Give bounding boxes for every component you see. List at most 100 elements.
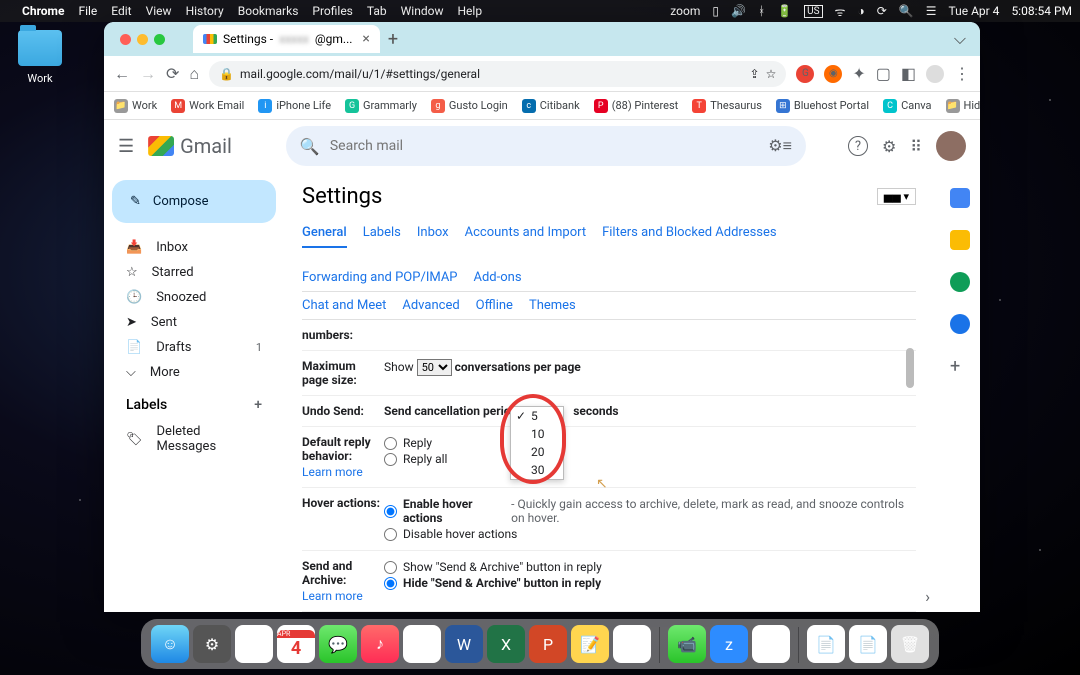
keep-icon[interactable]	[950, 230, 970, 250]
contacts-icon[interactable]	[950, 314, 970, 334]
user-icon[interactable]: ◑	[857, 4, 864, 18]
trash-icon[interactable]: 🗑	[891, 625, 929, 663]
search-options-icon[interactable]: ⚙≡	[768, 136, 792, 156]
archive-show-radio[interactable]	[384, 561, 397, 574]
menu-bookmarks[interactable]: Bookmarks	[238, 4, 299, 18]
apps-grid-icon[interactable]: ⠿	[910, 137, 922, 156]
tab-dropdown-icon[interactable]: ⌵	[954, 29, 966, 49]
excel-icon[interactable]: X	[487, 625, 525, 663]
system-settings-icon[interactable]: ⚙	[193, 625, 231, 663]
hover-disable-radio[interactable]	[384, 528, 397, 541]
powerpoint-icon[interactable]: P	[529, 625, 567, 663]
desktop-folder-work[interactable]: Work	[18, 30, 62, 85]
doc1-icon[interactable]: 📄	[807, 625, 845, 663]
scrollbar-thumb[interactable]	[906, 348, 914, 388]
calendar-app-icon[interactable]: APR4	[277, 625, 315, 663]
tab-offline[interactable]: Offline	[476, 292, 513, 319]
bookmark-thesaurus[interactable]: TThesaurus	[692, 99, 762, 113]
wifi-icon[interactable]: ᯤ	[835, 3, 846, 20]
bookmark-grammarly[interactable]: GGrammarly	[345, 99, 417, 113]
menubar-app[interactable]: Chrome	[22, 4, 64, 18]
menu-window[interactable]: Window	[401, 4, 444, 18]
forward-button[interactable]: →	[140, 64, 156, 84]
menu-edit[interactable]: Edit	[111, 4, 131, 18]
bookmark-iphone-life[interactable]: iiPhone Life	[258, 99, 331, 113]
sidebar-inbox[interactable]: 📥Inbox	[112, 235, 276, 260]
tab-chat[interactable]: Chat and Meet	[302, 292, 386, 319]
sidebar-starred[interactable]: ☆Starred	[112, 260, 276, 285]
bookmark-citibank[interactable]: cCitibank	[522, 99, 580, 113]
maximize-window-button[interactable]	[154, 34, 165, 45]
help-icon[interactable]: ?	[848, 136, 868, 156]
add-label-icon[interactable]: +	[254, 397, 262, 413]
account-avatar[interactable]	[936, 131, 966, 161]
zoom-icon[interactable]: z	[710, 625, 748, 663]
bookmark-canva[interactable]: CCanva	[883, 99, 931, 113]
browser-tab[interactable]: Settings - xxxxx @gm... ×	[193, 25, 380, 53]
notes-icon[interactable]: 📝	[571, 625, 609, 663]
sidebar-sent[interactable]: ➤Sent	[112, 310, 276, 335]
home-button[interactable]: ⌂	[189, 64, 199, 84]
new-tab-button[interactable]: +	[388, 29, 398, 50]
archive-learn-more[interactable]: Learn more	[302, 589, 384, 603]
archive-hide-radio[interactable]	[384, 577, 397, 590]
bookmark-pinterest[interactable]: P(88) Pinterest	[594, 99, 679, 113]
sidebar-snoozed[interactable]: 🕒Snoozed	[112, 285, 276, 310]
menu-tab[interactable]: Tab	[367, 4, 387, 18]
menu-profiles[interactable]: Profiles	[312, 4, 353, 18]
undo-option-30[interactable]: 30	[511, 461, 563, 479]
finder-icon[interactable]: ☺	[151, 625, 189, 663]
input-lang[interactable]: US	[804, 5, 822, 18]
menubar-time[interactable]: 5:08:54 PM	[1011, 4, 1072, 18]
extension-2-icon[interactable]: ◉	[824, 65, 842, 83]
spotlight-icon[interactable]: 🔍	[899, 4, 914, 18]
close-window-button[interactable]	[120, 34, 131, 45]
bluetooth-icon[interactable]: ᚼ	[758, 4, 765, 18]
reply-learn-more[interactable]: Learn more	[302, 465, 384, 479]
sidebar-more[interactable]: ⌵More	[112, 360, 276, 385]
extensions-icon[interactable]: ✦	[852, 64, 865, 83]
search-box[interactable]: 🔍 ⚙≡	[286, 126, 806, 166]
sidebar-drafts[interactable]: 📄Drafts1	[112, 335, 276, 360]
close-tab-icon[interactable]: ×	[362, 31, 369, 47]
cast-icon[interactable]: ▢	[876, 64, 891, 83]
tab-filters[interactable]: Filters and Blocked Addresses	[602, 219, 777, 248]
chrome-menu-icon[interactable]: ⋮	[954, 64, 970, 83]
undo-option-5[interactable]: 5	[511, 407, 563, 425]
battery-icon[interactable]: 🔋	[777, 4, 792, 18]
tab-addons[interactable]: Add-ons	[474, 264, 522, 291]
launchpad-icon[interactable]: ⊞	[235, 625, 273, 663]
menu-view[interactable]: View	[146, 4, 172, 18]
preview-icon[interactable]: 🖼	[752, 625, 790, 663]
tab-accounts[interactable]: Accounts and Import	[465, 219, 586, 248]
menu-history[interactable]: History	[186, 4, 224, 18]
facetime-icon[interactable]: 📹	[668, 625, 706, 663]
menu-help[interactable]: Help	[457, 4, 482, 18]
side-panel-icon[interactable]: ◧	[901, 64, 916, 83]
tab-labels[interactable]: Labels	[363, 219, 401, 248]
reply-radio[interactable]	[384, 437, 397, 450]
language-select[interactable]: ▅▅ ▾	[877, 188, 916, 205]
profile-avatar-icon[interactable]	[926, 65, 944, 83]
word-icon[interactable]: W	[445, 625, 483, 663]
label-deleted-messages[interactable]: 🏷Deleted Messages	[112, 419, 276, 459]
bookmark-star-icon[interactable]: ☆	[766, 67, 777, 81]
chrome-icon[interactable]: ◉	[403, 625, 441, 663]
tab-forwarding[interactable]: Forwarding and POP/IMAP	[302, 264, 458, 291]
messages-icon[interactable]: 💬	[319, 625, 357, 663]
bookmark-work[interactable]: 📁Work	[114, 99, 157, 113]
gmail-logo[interactable]: Gmail	[148, 134, 232, 158]
bookmark-work-email[interactable]: MWork Email	[171, 99, 244, 113]
tab-inbox[interactable]: Inbox	[417, 219, 449, 248]
extension-1-icon[interactable]: G	[796, 65, 814, 83]
main-menu-icon[interactable]: ☰	[118, 136, 134, 157]
settings-gear-icon[interactable]: ⚙	[882, 137, 896, 156]
screen-icon[interactable]: ▯	[712, 4, 719, 18]
calendar-icon[interactable]	[950, 188, 970, 208]
side-panel-toggle-icon[interactable]: ›	[925, 587, 930, 606]
minimize-window-button[interactable]	[137, 34, 148, 45]
tab-themes[interactable]: Themes	[529, 292, 576, 319]
search-input[interactable]	[330, 138, 758, 154]
compose-button[interactable]: ✎ Compose	[112, 180, 276, 223]
doc2-icon[interactable]: 📄	[849, 625, 887, 663]
